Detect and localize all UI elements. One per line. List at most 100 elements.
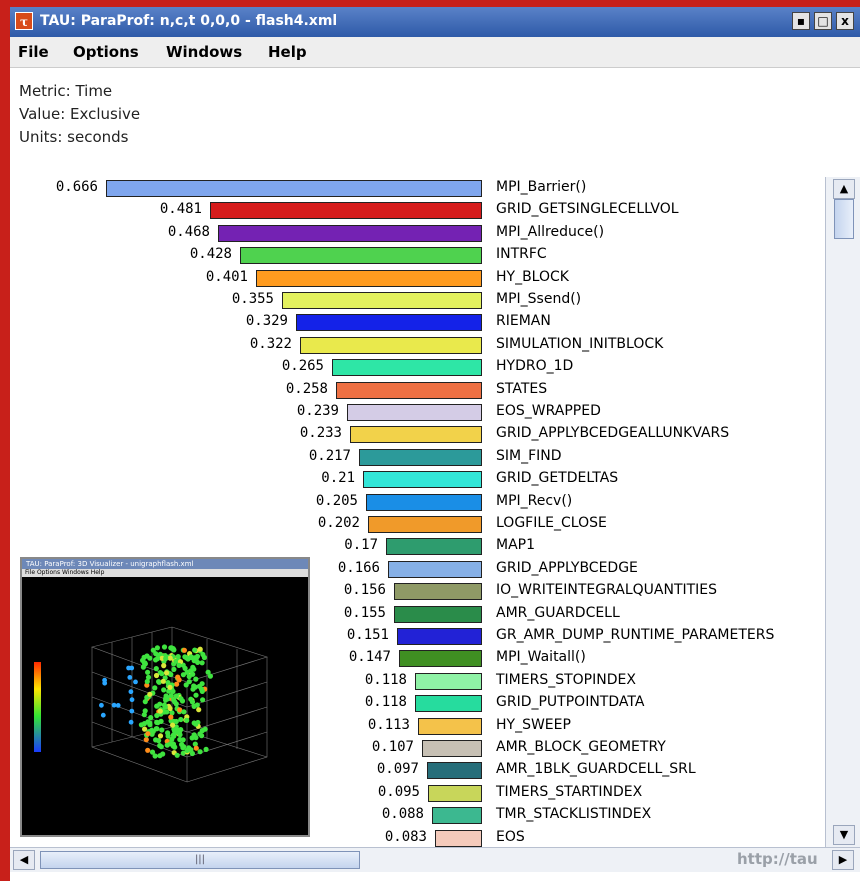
function-bar[interactable] (427, 762, 482, 780)
function-name-label[interactable]: TMR_STACKLISTINDEX (496, 806, 651, 822)
menu-windows[interactable]: Windows (166, 43, 242, 61)
menu-options[interactable]: Options (73, 43, 139, 61)
function-bar[interactable] (350, 426, 482, 444)
vertical-scrollbar[interactable]: ▲ ▼ (825, 177, 860, 847)
bar-value-label: 0.166 (337, 559, 380, 576)
function-bar[interactable] (106, 180, 482, 197)
function-bar[interactable] (386, 538, 482, 556)
function-name-label[interactable]: GRID_GETSINGLECELLVOL (496, 201, 679, 217)
bar-value-label: 0.095 (377, 783, 420, 800)
function-name-label[interactable]: LOGFILE_CLOSE (496, 515, 607, 531)
function-bar[interactable] (240, 247, 482, 265)
function-name-label[interactable]: GR_AMR_DUMP_RUNTIME_PARAMETERS (496, 627, 774, 643)
bar-value-label: 0.147 (348, 649, 391, 666)
function-bar[interactable] (415, 695, 482, 713)
paraprof-window: τ TAU: ParaProf: n,c,t 0,0,0 - flash4.xm… (10, 7, 860, 881)
function-bar[interactable] (218, 224, 482, 242)
function-name-label[interactable]: SIM_FIND (496, 448, 562, 464)
function-bar[interactable] (336, 381, 482, 399)
bar-value-label: 0.088 (381, 806, 424, 823)
function-name-label[interactable]: IO_WRITEINTEGRALQUANTITIES (496, 582, 717, 598)
menu-bar: File Options Windows Help (10, 37, 860, 68)
horizontal-scrollbar[interactable]: ◀ ||| ▶ (10, 847, 860, 872)
function-bar[interactable] (368, 516, 482, 533)
maximize-button[interactable]: □ (814, 12, 832, 30)
window-title: TAU: ParaProf: n,c,t 0,0,0 - flash4.xml (40, 13, 338, 29)
function-name-label[interactable]: TIMERS_STOPINDEX (496, 672, 636, 688)
scroll-right-arrow[interactable]: ▶ (832, 850, 854, 870)
function-bar[interactable] (435, 829, 482, 847)
function-name-label[interactable]: HY_BLOCK (496, 269, 569, 285)
function-name-label[interactable]: GRID_GETDELTAS (496, 470, 618, 486)
function-name-label[interactable]: HY_SWEEP (496, 717, 571, 733)
bar-value-label: 0.118 (364, 671, 407, 688)
function-name-label[interactable]: GRID_APPLYBCEDGE (496, 560, 638, 576)
function-name-label[interactable]: HYDRO_1D (496, 358, 573, 374)
function-name-label[interactable]: INTRFC (496, 246, 547, 262)
function-bar[interactable] (428, 784, 482, 802)
bar-value-label: 0.355 (231, 291, 274, 307)
function-bar[interactable] (366, 493, 482, 511)
function-name-label[interactable]: RIEMAN (496, 313, 551, 329)
function-bar[interactable] (300, 336, 482, 354)
function-bar[interactable] (363, 471, 482, 489)
close-button[interactable]: x (836, 12, 854, 30)
function-name-label[interactable]: MPI_Waitall() (496, 649, 586, 665)
function-bar[interactable] (397, 628, 482, 645)
function-bar[interactable] (394, 583, 482, 601)
units-label: Units: seconds (19, 128, 129, 146)
bar-value-label: 0.322 (249, 335, 292, 352)
function-name-label[interactable]: AMR_BLOCK_GEOMETRY (496, 739, 666, 755)
function-name-label[interactable]: GRID_APPLYBCEDGEALLUNKVARS (496, 425, 729, 441)
metric-label: Metric: Time (19, 82, 113, 100)
color-scale-bar (34, 662, 41, 752)
function-name-label[interactable]: EOS_WRAPPED (496, 403, 601, 419)
bar-value-label: 0.202 (317, 515, 360, 531)
function-bar[interactable] (399, 650, 482, 668)
horizontal-scroll-thumb[interactable]: ||| (40, 851, 360, 869)
function-bar[interactable] (422, 740, 482, 757)
function-name-label[interactable]: AMR_GUARDCELL (496, 605, 620, 621)
function-bar[interactable] (359, 448, 482, 466)
function-name-label[interactable]: EOS (496, 829, 525, 845)
function-name-label[interactable]: MPI_Ssend() (496, 291, 581, 307)
background-strip (0, 0, 10, 881)
function-name-label[interactable]: MPI_Allreduce() (496, 224, 604, 240)
function-bar[interactable] (432, 807, 482, 825)
function-name-label[interactable]: SIMULATION_INITBLOCK (496, 336, 663, 352)
function-bar[interactable] (388, 560, 482, 578)
bar-value-label: 0.239 (296, 403, 339, 419)
function-bar[interactable] (418, 717, 482, 735)
function-bar[interactable] (415, 672, 482, 690)
bar-value-label: 0.217 (308, 447, 351, 464)
function-bar[interactable] (296, 314, 482, 332)
menu-help[interactable]: Help (268, 43, 307, 61)
function-bar[interactable] (394, 605, 482, 623)
bar-value-label: 0.468 (167, 223, 210, 240)
minimize-button[interactable]: ▪ (792, 12, 810, 30)
bar-value-label: 0.156 (343, 582, 386, 599)
function-name-label[interactable]: AMR_1BLK_GUARDCELL_SRL (496, 761, 696, 777)
bar-value-label: 0.083 (384, 828, 427, 845)
function-name-label[interactable]: MPI_Barrier() (496, 179, 586, 195)
menu-file[interactable]: File (18, 43, 49, 61)
function-bar[interactable] (256, 269, 482, 287)
bar-value-label: 0.265 (281, 358, 324, 375)
inset-menu: File Options Windows Help (22, 569, 308, 577)
function-bar[interactable] (282, 292, 482, 309)
function-bar[interactable] (210, 202, 482, 220)
scroll-up-arrow[interactable]: ▲ (833, 179, 855, 199)
function-name-label[interactable]: STATES (496, 381, 547, 397)
function-name-label[interactable]: TIMERS_STARTINDEX (496, 784, 642, 800)
3d-scatter-plot (34, 626, 269, 783)
function-name-label[interactable]: GRID_PUTPOINTDATA (496, 694, 644, 710)
vertical-scroll-thumb[interactable] (834, 199, 854, 239)
bar-value-label: 0.233 (299, 425, 342, 442)
function-name-label[interactable]: MAP1 (496, 537, 535, 553)
scroll-down-arrow[interactable]: ▼ (833, 825, 855, 845)
function-bar[interactable] (332, 359, 482, 377)
function-bar[interactable] (347, 404, 482, 421)
function-name-label[interactable]: MPI_Recv() (496, 493, 572, 509)
bar-value-label: 0.666 (55, 179, 98, 195)
scroll-left-arrow[interactable]: ◀ (13, 850, 35, 870)
